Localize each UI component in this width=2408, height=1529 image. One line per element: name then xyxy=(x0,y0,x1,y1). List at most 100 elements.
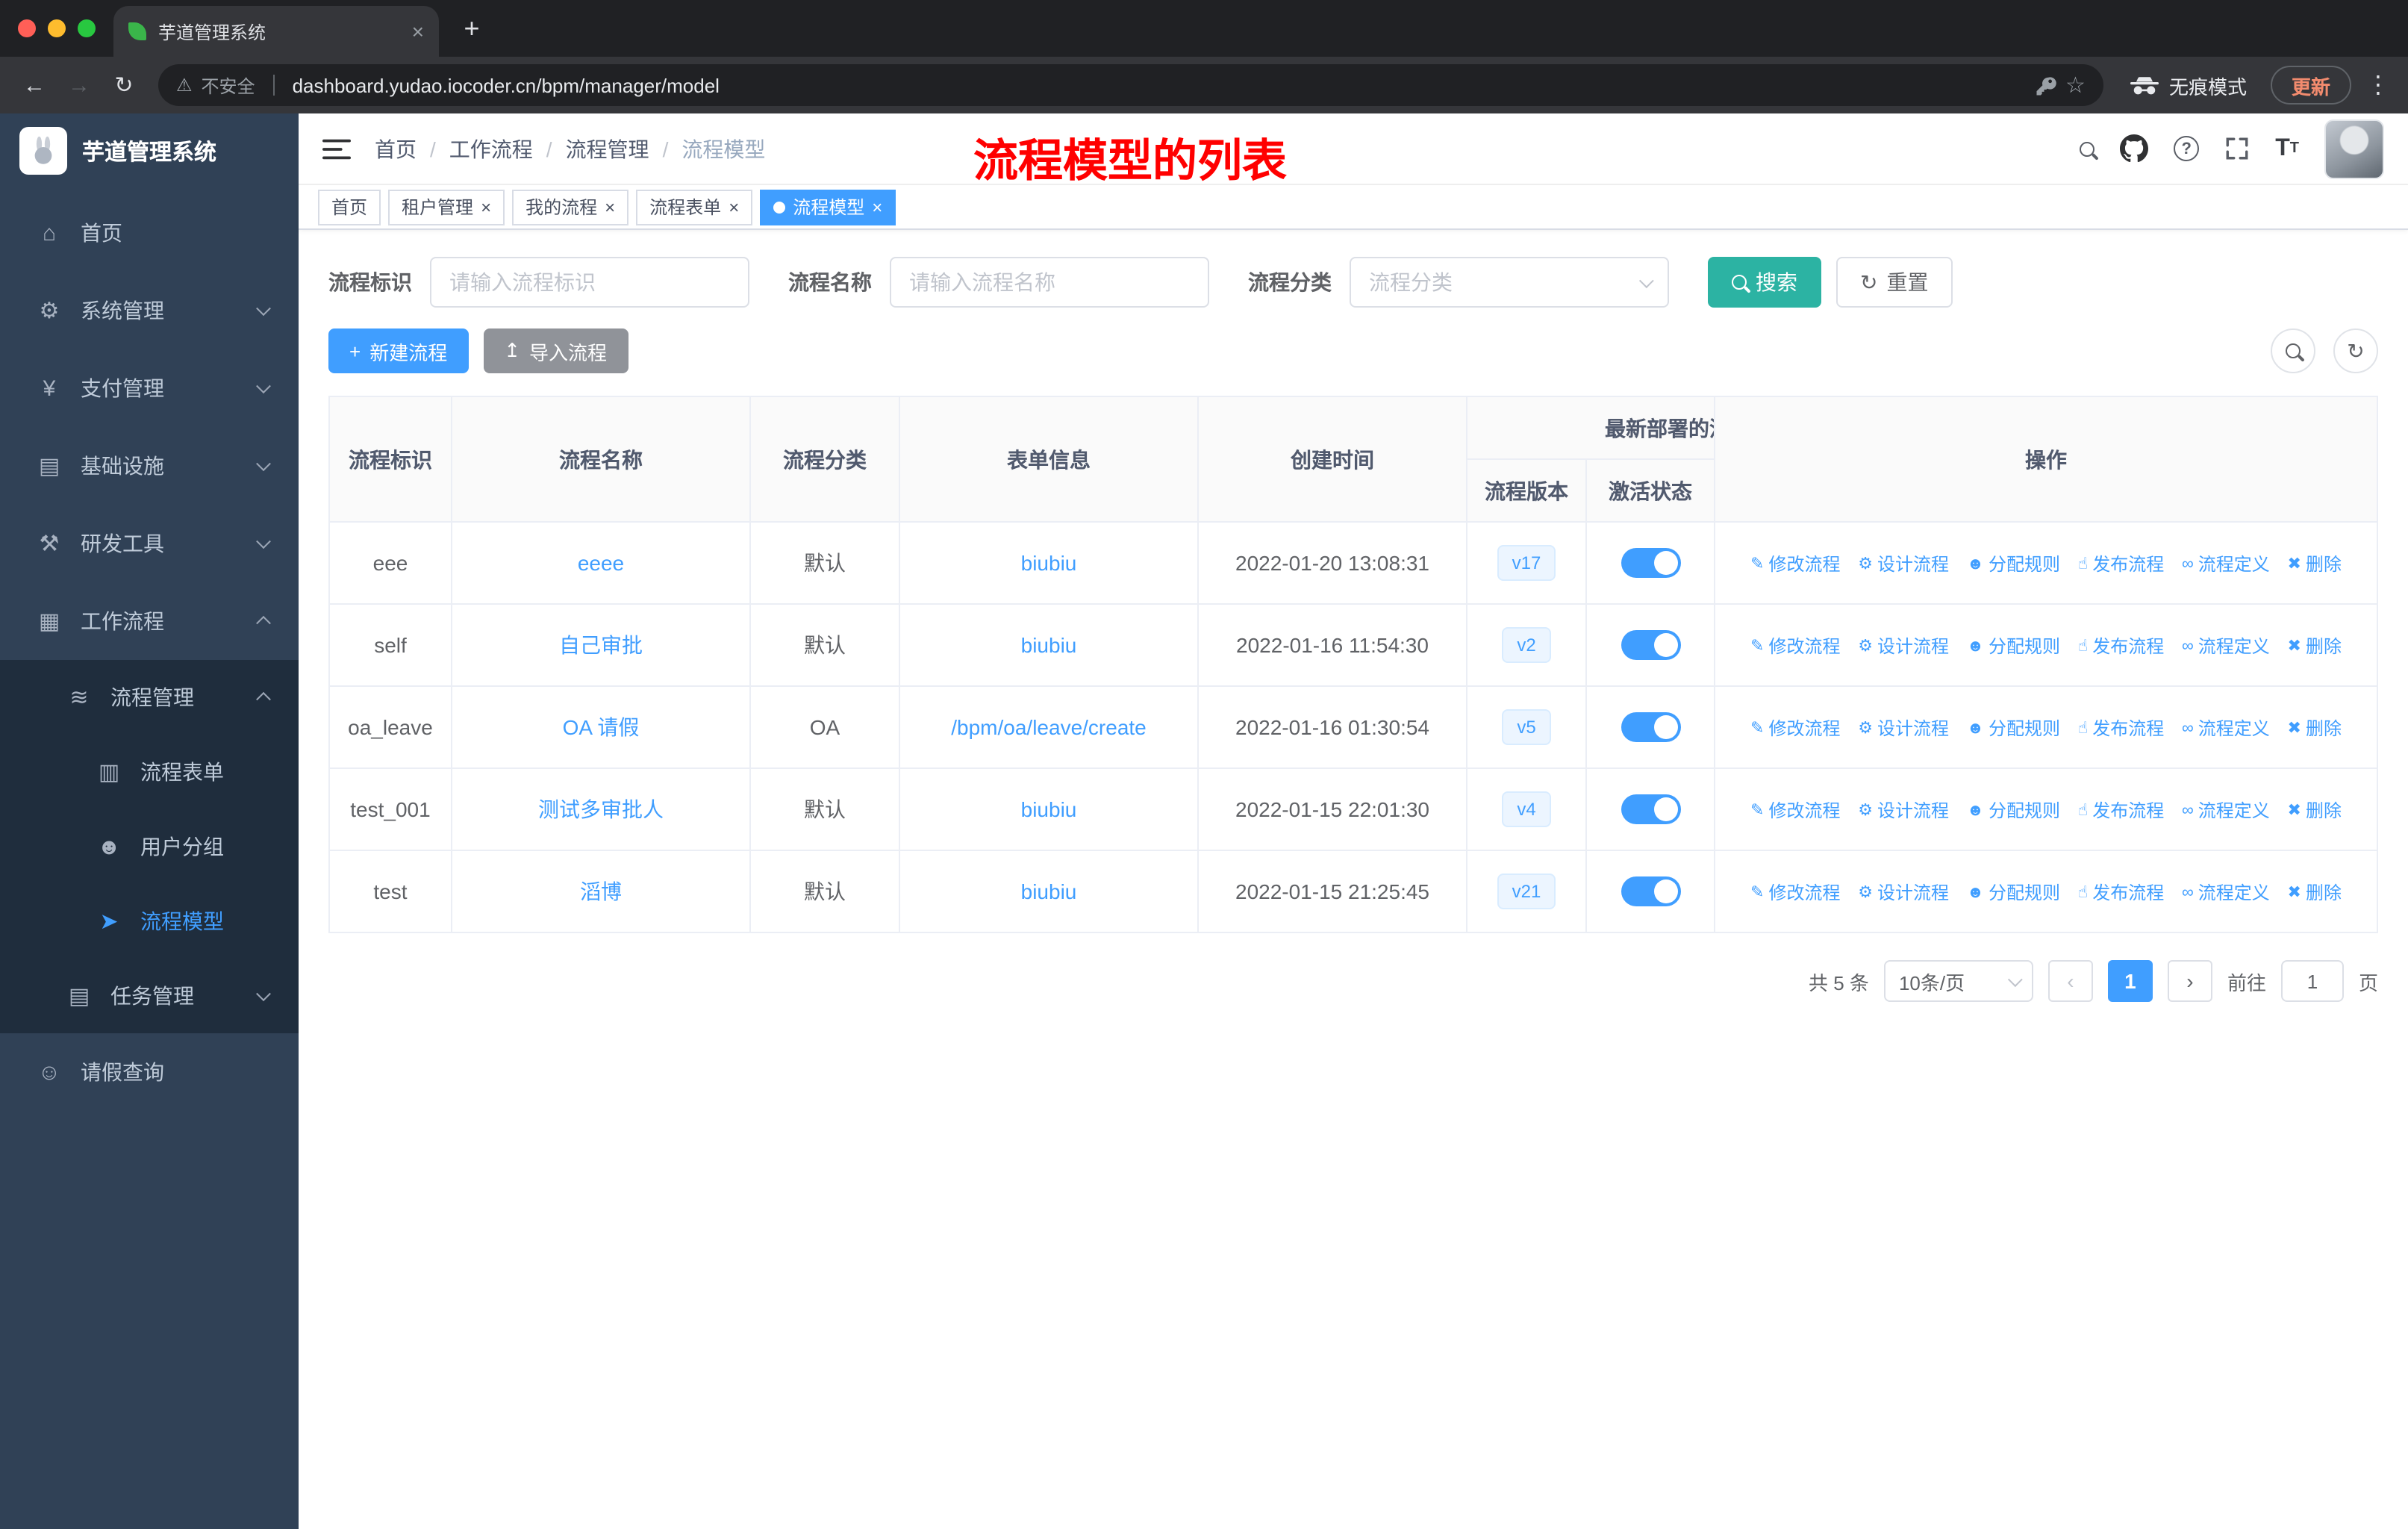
close-icon[interactable]: × xyxy=(729,198,739,216)
goto-page-input[interactable] xyxy=(2280,960,2344,1002)
process-definition-link[interactable]: ∞ 流程定义 xyxy=(2182,880,2270,906)
assign-rules-link[interactable]: ☻ 分配规则 xyxy=(1967,552,2060,577)
security-label[interactable]: 不安全 xyxy=(202,72,255,98)
sidebar-item-task-manage[interactable]: ▤ 任务管理 xyxy=(0,959,299,1033)
toggle-search-button[interactable] xyxy=(2271,328,2315,373)
process-name-link[interactable]: 自己审批 xyxy=(559,633,643,657)
user-avatar[interactable] xyxy=(2324,119,2384,178)
reset-button[interactable]: ↻ 重置 xyxy=(1836,257,1953,308)
active-toggle[interactable] xyxy=(1621,876,1680,906)
active-toggle[interactable] xyxy=(1621,630,1680,660)
forward-button[interactable]: → xyxy=(60,66,99,105)
active-toggle[interactable] xyxy=(1621,712,1680,742)
process-name-link[interactable]: OA 请假 xyxy=(563,715,640,739)
window-minimize-button[interactable] xyxy=(48,19,66,37)
form-info-link[interactable]: biubiu xyxy=(1021,797,1077,821)
help-icon[interactable]: ? xyxy=(2174,136,2200,161)
active-toggle[interactable] xyxy=(1621,794,1680,824)
process-name-link[interactable]: 滔博 xyxy=(580,879,622,903)
create-process-button[interactable]: + 新建流程 xyxy=(328,328,469,373)
modify-process-link[interactable]: ✎ 修改流程 xyxy=(1750,715,1840,741)
process-definition-link[interactable]: ∞ 流程定义 xyxy=(2182,634,2270,659)
breadcrumb-item[interactable]: 工作流程 xyxy=(449,134,533,164)
process-category-select[interactable]: 流程分类 xyxy=(1350,257,1669,308)
sidebar-item-process-manage[interactable]: ≋ 流程管理 xyxy=(0,660,299,735)
publish-process-link[interactable]: ☝ 发布流程 xyxy=(2078,879,2164,905)
import-process-button[interactable]: ↥ 导入流程 xyxy=(483,328,628,373)
modify-process-link[interactable]: ✎ 修改流程 xyxy=(1750,633,1840,658)
sidebar-item-devtools[interactable]: ⚒ 研发工具 xyxy=(0,505,299,582)
address-bar[interactable]: ⚠ 不安全 dashboard.yudao.iocoder.cn/bpm/man… xyxy=(158,64,2103,106)
prev-page-button[interactable]: ‹ xyxy=(2047,960,2093,1002)
search-icon[interactable] xyxy=(2080,141,2095,156)
form-info-link[interactable]: biubiu xyxy=(1021,551,1077,575)
close-icon[interactable]: × xyxy=(481,198,491,216)
breadcrumb-item[interactable]: 流程模型 xyxy=(681,134,765,164)
delete-link[interactable]: ✖ 删除 xyxy=(2288,797,2342,823)
process-definition-link[interactable]: ∞ 流程定义 xyxy=(2182,552,2270,577)
modify-process-link[interactable]: ✎ 修改流程 xyxy=(1750,797,1840,823)
bookmark-star-icon[interactable]: ☆ xyxy=(2065,72,2086,99)
sidebar-item-home[interactable]: ⌂ 首页 xyxy=(0,194,299,272)
new-tab-button[interactable]: + xyxy=(451,7,493,49)
refresh-table-button[interactable]: ↻ xyxy=(2333,328,2378,373)
active-toggle[interactable] xyxy=(1621,548,1680,578)
browser-tab[interactable]: 芋道管理系统 × xyxy=(113,6,439,57)
sidebar-fold-icon[interactable] xyxy=(322,137,351,161)
form-info-link[interactable]: biubiu xyxy=(1021,879,1077,903)
breadcrumb-item[interactable]: 首页 xyxy=(375,134,417,164)
sidebar-item-infra[interactable]: ▤ 基础设施 xyxy=(0,427,299,505)
font-size-icon[interactable]: TT xyxy=(2275,135,2299,162)
publish-process-link[interactable]: ☝ 发布流程 xyxy=(2078,551,2164,576)
tab-process-model[interactable]: 流程模型 × xyxy=(760,189,896,225)
sidebar-item-payment[interactable]: ¥ 支付管理 xyxy=(0,349,299,427)
reload-button[interactable]: ↻ xyxy=(105,66,143,105)
tab-tenant[interactable]: 租户管理 × xyxy=(388,189,505,225)
breadcrumb-item[interactable]: 流程管理 xyxy=(566,134,649,164)
process-definition-link[interactable]: ∞ 流程定义 xyxy=(2182,798,2270,823)
form-info-link[interactable]: biubiu xyxy=(1021,633,1077,657)
assign-rules-link[interactable]: ☻ 分配规则 xyxy=(1967,798,2060,823)
design-process-link[interactable]: ⚙ 设计流程 xyxy=(1858,715,1949,741)
tab-close-icon[interactable]: × xyxy=(412,19,424,43)
modify-process-link[interactable]: ✎ 修改流程 xyxy=(1750,551,1840,576)
assign-rules-link[interactable]: ☻ 分配规则 xyxy=(1967,716,2060,741)
assign-rules-link[interactable]: ☻ 分配规则 xyxy=(1967,880,2060,906)
close-icon[interactable]: × xyxy=(872,198,882,216)
page-number-button[interactable]: 1 xyxy=(2107,960,2153,1002)
sidebar-item-workflow[interactable]: ▦ 工作流程 xyxy=(0,582,299,660)
process-definition-link[interactable]: ∞ 流程定义 xyxy=(2182,716,2270,741)
sidebar-item-process-form[interactable]: ▥ 流程表单 xyxy=(0,735,299,809)
sidebar-item-leave-query[interactable]: ☺ 请假查询 xyxy=(0,1033,299,1111)
tab-process-form[interactable]: 流程表单 × xyxy=(636,189,753,225)
delete-link[interactable]: ✖ 删除 xyxy=(2288,551,2342,576)
process-name-input[interactable] xyxy=(890,257,1209,308)
delete-link[interactable]: ✖ 删除 xyxy=(2288,879,2342,905)
design-process-link[interactable]: ⚙ 设计流程 xyxy=(1858,633,1949,658)
tab-my-process[interactable]: 我的流程 × xyxy=(512,189,629,225)
github-icon[interactable] xyxy=(2120,134,2149,163)
delete-link[interactable]: ✖ 删除 xyxy=(2288,633,2342,658)
back-button[interactable]: ← xyxy=(15,66,54,105)
fullscreen-icon[interactable] xyxy=(2224,136,2250,161)
browser-menu-icon[interactable]: ⋮ xyxy=(2363,70,2393,100)
search-button[interactable]: 搜索 xyxy=(1708,257,1821,308)
publish-process-link[interactable]: ☝ 发布流程 xyxy=(2078,633,2164,658)
publish-process-link[interactable]: ☝ 发布流程 xyxy=(2078,715,2164,741)
design-process-link[interactable]: ⚙ 设计流程 xyxy=(1858,879,1949,905)
modify-process-link[interactable]: ✎ 修改流程 xyxy=(1750,879,1840,905)
delete-link[interactable]: ✖ 删除 xyxy=(2288,715,2342,741)
process-name-link[interactable]: 测试多审批人 xyxy=(538,797,664,821)
design-process-link[interactable]: ⚙ 设计流程 xyxy=(1858,797,1949,823)
sidebar-item-user-group[interactable]: ☻ 用户分组 xyxy=(0,809,299,884)
key-icon[interactable] xyxy=(2034,74,2056,96)
next-page-button[interactable]: › xyxy=(2167,960,2212,1002)
assign-rules-link[interactable]: ☻ 分配规则 xyxy=(1967,634,2060,659)
process-key-input[interactable] xyxy=(430,257,749,308)
page-size-select[interactable]: 10条/页 xyxy=(1883,960,2033,1002)
window-zoom-button[interactable] xyxy=(78,19,96,37)
sidebar-item-system[interactable]: ⚙ 系统管理 xyxy=(0,272,299,349)
sidebar-item-process-model[interactable]: ➤ 流程模型 xyxy=(0,884,299,959)
publish-process-link[interactable]: ☝ 发布流程 xyxy=(2078,797,2164,823)
process-name-link[interactable]: eeee xyxy=(578,551,624,575)
